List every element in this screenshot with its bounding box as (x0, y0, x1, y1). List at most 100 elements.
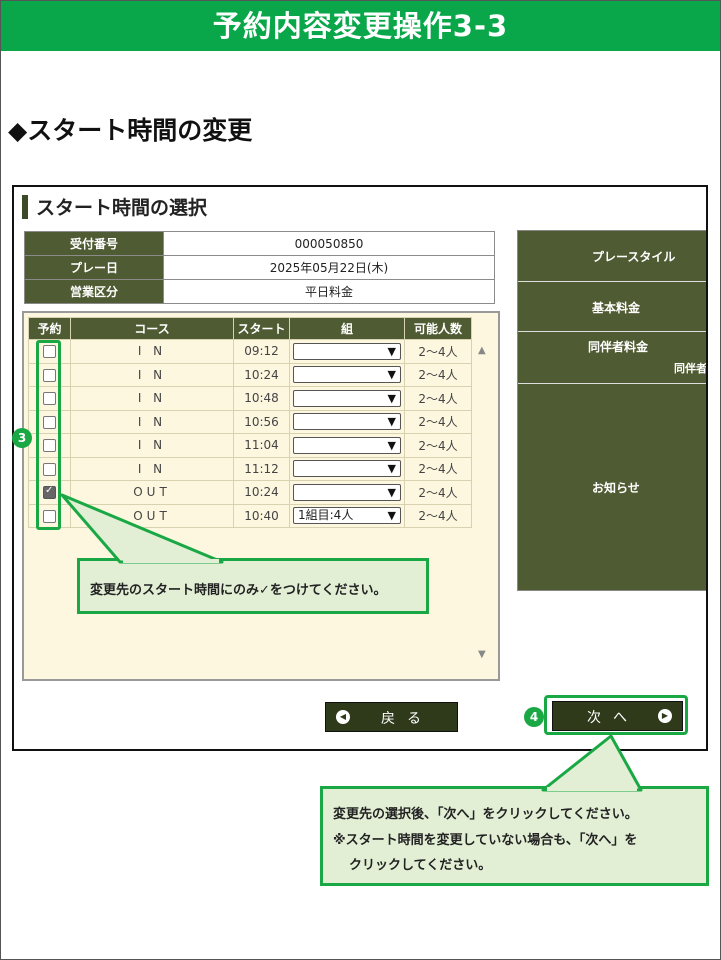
start-time-cell: 11:04 (233, 433, 290, 458)
start-time-list[interactable]: 予約 コース スタート 組 可能人数 I N 09:12 ▼ 2～4人 I N 10:24… (22, 311, 500, 681)
companion-sub-label: 同伴者 (674, 362, 707, 375)
course-value: I N (137, 344, 167, 359)
step-badge-4: 4 (524, 707, 544, 727)
back-button[interactable]: ◀ 戻る (325, 702, 458, 732)
info-label: プレー日 (24, 255, 164, 280)
capacity-cell: 2～4人 (404, 362, 472, 387)
notice-row: お知らせ (518, 384, 706, 590)
col-header-group: 組 (289, 317, 405, 340)
table-row: I N 11:12 ▼ 2～4人 (28, 456, 472, 481)
course-value: I N (137, 461, 167, 476)
table-row: I N 10:56 ▼ 2～4人 (28, 409, 472, 434)
next-instruction-callout: 変更先の選択後、「次へ」をクリックしてください。 ※スタート時間を変更していない… (320, 786, 709, 886)
group-cell: 1組目:4人 ▼ (289, 503, 405, 528)
base-fee-label: 基本料金 (592, 301, 641, 315)
start-time-cell: 10:40 (233, 503, 290, 528)
capacity-cell: 2～4人 (404, 386, 472, 411)
next-instruction-line-2: ※スタート時間を変更していない場合も、「次へ」を (333, 833, 638, 848)
step-badge-3: 3 (12, 428, 32, 448)
group-cell: ▼ (289, 409, 405, 434)
capacity-cell: 2～4人 (404, 433, 472, 458)
course-cell: OUT (70, 503, 234, 528)
start-time-table: 予約 コース スタート 組 可能人数 I N 09:12 ▼ 2～4人 I N 10:24… (28, 317, 472, 528)
screenshot-panel: スタート時間の選択 受付番号 000050850 プレー日 2025年05月22… (12, 185, 708, 751)
info-label: 営業区分 (24, 279, 164, 304)
info-value: 平日料金 (163, 279, 495, 304)
start-time-cell: 10:24 (233, 362, 290, 387)
group-select[interactable]: ▼ (293, 342, 401, 360)
group-cell: ▼ (289, 433, 405, 458)
table-row: OUT 10:40 1組目:4人 ▼ 2～4人 (28, 503, 472, 528)
course-value: I N (137, 367, 167, 382)
table-row: I N 10:24 ▼ 2～4人 (28, 362, 472, 387)
chevron-down-icon: ▼ (387, 509, 396, 523)
fee-info-panel: プレースタイル 基本料金 同伴者料金 同伴者 お知らせ (517, 230, 707, 591)
chevron-down-icon: ▼ (387, 391, 396, 405)
capacity-cell: 2～4人 (404, 503, 472, 528)
course-value: I N (137, 438, 167, 453)
group-cell: ▼ (289, 480, 405, 505)
back-button-label: 戻る (381, 711, 433, 727)
chevron-down-icon: ▼ (387, 438, 396, 452)
course-cell: I N (70, 409, 234, 434)
course-cell: I N (70, 433, 234, 458)
info-row: プレー日 2025年05月22日(木) (24, 255, 495, 280)
screen-title: スタート時間の選択 (22, 195, 207, 221)
chevron-down-icon: ▼ (387, 344, 396, 358)
section-heading: ◆スタート時間の変更 (8, 116, 253, 145)
group-select[interactable]: ▼ (293, 413, 401, 431)
scroll-down-arrow-icon[interactable]: ▼ (478, 649, 486, 660)
next-instruction-line-1: 変更先の選択後、「次へ」をクリックしてください。 (333, 807, 638, 822)
info-row: 受付番号 000050850 (24, 231, 495, 256)
col-header-course: コース (70, 317, 234, 340)
back-arrow-icon: ◀ (336, 710, 350, 724)
chevron-down-icon: ▼ (387, 485, 396, 499)
course-cell: I N (70, 362, 234, 387)
capacity-cell: 2～4人 (404, 409, 472, 434)
group-select[interactable]: 1組目:4人 ▼ (293, 507, 401, 525)
group-select[interactable]: ▼ (293, 483, 401, 501)
checkbox-column-highlight (36, 340, 61, 530)
group-select[interactable]: ▼ (293, 366, 401, 384)
base-fee-row: 基本料金 (518, 282, 706, 332)
group-select[interactable]: ▼ (293, 436, 401, 454)
group-select[interactable]: ▼ (293, 389, 401, 407)
group-cell: ▼ (289, 339, 405, 364)
chevron-down-icon: ▼ (387, 415, 396, 429)
course-cell: OUT (70, 480, 234, 505)
chevron-down-icon: ▼ (387, 462, 396, 476)
course-value: OUT (133, 485, 171, 500)
course-value: I N (137, 414, 167, 429)
info-label: 受付番号 (24, 231, 164, 256)
scrollbar[interactable] (474, 317, 494, 677)
info-value: 2025年05月22日(木) (163, 255, 495, 280)
info-row: 営業区分 平日料金 (24, 279, 495, 304)
next-button-highlight (544, 695, 688, 735)
start-time-cell: 10:48 (233, 386, 290, 411)
screen-title-text: スタート時間の選択 (36, 197, 208, 219)
table-row: OUT 10:24 ▼ 2～4人 (28, 480, 472, 505)
course-value: I N (137, 391, 167, 406)
page-title: 予約内容変更操作3-3 (1, 1, 720, 51)
group-cell: ▼ (289, 362, 405, 387)
capacity-cell: 2～4人 (404, 339, 472, 364)
checkbox-instruction-callout: 変更先のスタート時間にのみ✓をつけてください。 (77, 558, 429, 614)
start-time-cell: 09:12 (233, 339, 290, 364)
play-style-row: プレースタイル (518, 231, 706, 282)
companion-fee-row: 同伴者料金 同伴者 (518, 332, 707, 384)
course-cell: I N (70, 339, 234, 364)
group-select[interactable]: ▼ (293, 460, 401, 478)
next-instruction-line-3: クリックしてください。 (349, 858, 492, 873)
course-cell: I N (70, 456, 234, 481)
play-style-label: プレースタイル (592, 250, 676, 264)
group-cell: ▼ (289, 386, 405, 411)
info-value: 000050850 (163, 231, 495, 256)
start-time-cell: 10:56 (233, 409, 290, 434)
capacity-cell: 2～4人 (404, 456, 472, 481)
col-header-start: スタート (233, 317, 290, 340)
group-select-value: 1組目:4人 (298, 508, 354, 523)
group-cell: ▼ (289, 456, 405, 481)
table-row: I N 10:48 ▼ 2～4人 (28, 386, 472, 411)
scroll-up-arrow-icon[interactable]: ▲ (478, 345, 486, 356)
title-bar-decoration (22, 195, 28, 219)
